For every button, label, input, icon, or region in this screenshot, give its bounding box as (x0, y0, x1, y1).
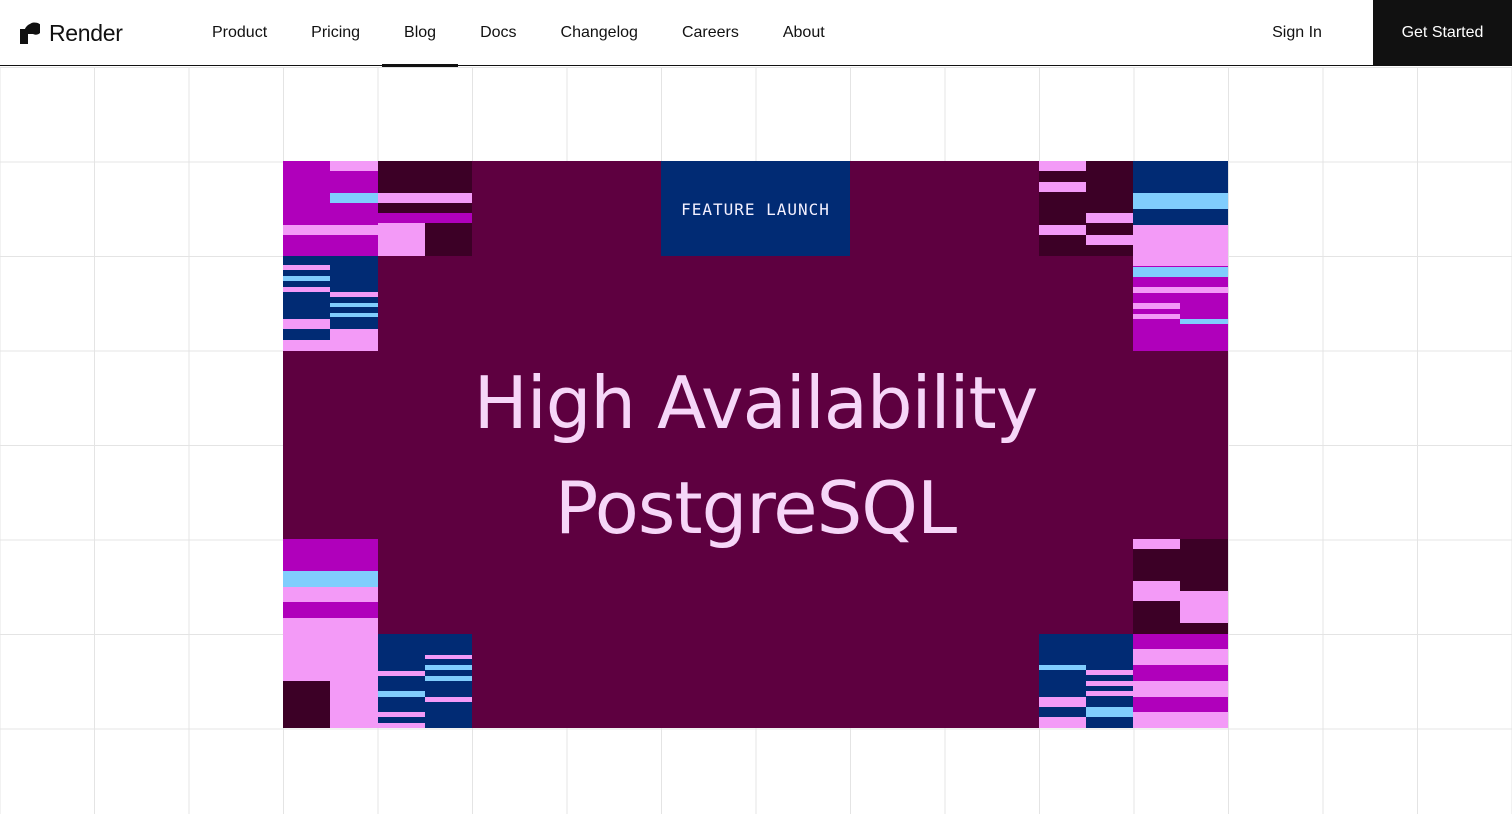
render-logo-link[interactable]: Render (20, 20, 123, 46)
main-nav: Product Pricing Blog Docs Changelog Care… (190, 0, 847, 67)
nav-link-pricing[interactable]: Pricing (289, 0, 382, 66)
hero-title-line-1: High Availability (473, 361, 1039, 445)
sign-in-link[interactable]: Sign In (1250, 0, 1344, 66)
top-navigation: Render Product Pricing Blog Docs Changel… (0, 0, 1512, 67)
hero-title: High Availability PostgreSQL (378, 351, 1133, 561)
nav-link-changelog[interactable]: Changelog (539, 0, 660, 66)
get-started-button[interactable]: Get Started (1373, 0, 1512, 66)
nav-link-about[interactable]: About (761, 0, 847, 66)
feature-launch-badge: FEATURE LAUNCH (661, 161, 850, 256)
render-logo-icon (20, 22, 40, 44)
brand-name: Render (49, 19, 123, 46)
hero-title-line-2: PostgreSQL (554, 466, 957, 550)
nav-link-blog[interactable]: Blog (382, 0, 459, 67)
nav-link-product[interactable]: Product (190, 0, 289, 66)
nav-link-careers[interactable]: Careers (660, 0, 761, 66)
hero-banner: FEATURE LAUNCH High Availability Postgre… (283, 161, 1228, 728)
nav-link-docs[interactable]: Docs (458, 0, 538, 66)
